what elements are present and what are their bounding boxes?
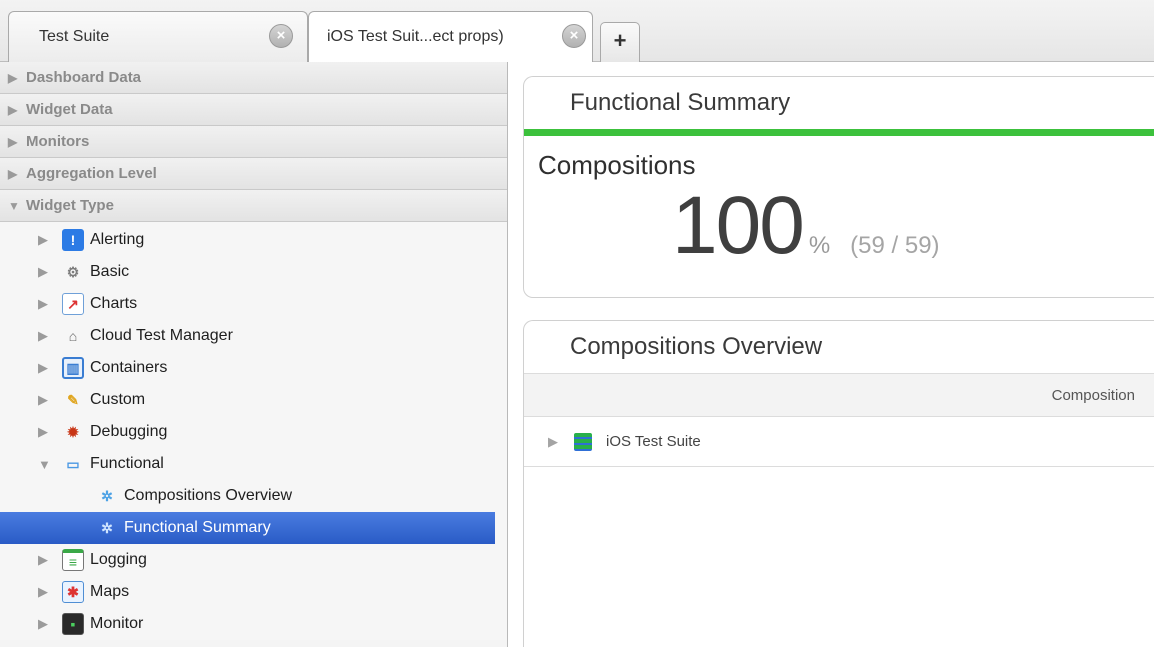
collapse-arrow-icon[interactable]: ▼: [8, 199, 26, 213]
tree-item-cloud-test-manager[interactable]: ▶ ⌂ Cloud Test Manager: [0, 320, 507, 352]
tree-item-functional-summary[interactable]: ✲ Functional Summary: [0, 512, 495, 544]
map-icon: ✱: [62, 581, 84, 603]
tree-item-functional[interactable]: ▼ ▭ Functional: [0, 448, 507, 480]
tree-item-debugging[interactable]: ▶ ✹ Debugging: [0, 416, 507, 448]
tree-item-compositions-overview[interactable]: ✲ Compositions Overview: [0, 480, 507, 512]
tree-item-label: Basic: [90, 263, 130, 280]
column-header-composition[interactable]: Composition: [524, 373, 1154, 417]
collapse-arrow-icon[interactable]: ▼: [38, 457, 62, 472]
add-tab-button[interactable]: +: [600, 22, 640, 62]
tree-item-label: Alerting: [90, 231, 145, 248]
composition-icon: [574, 432, 592, 451]
status-bar: [524, 129, 1154, 136]
dashboard-canvas: Functional Summary Compositions 100 % (5…: [509, 62, 1154, 647]
tab-label: Test Suite: [39, 28, 110, 45]
tree-item-label: Monitor: [90, 615, 144, 632]
expand-arrow-icon[interactable]: ▶: [38, 232, 62, 248]
compositions-label: Compositions: [538, 150, 696, 180]
expand-arrow-icon[interactable]: ▶: [38, 616, 62, 632]
table-row[interactable]: ▶ iOS Test Suite: [524, 417, 1154, 467]
summary-metric: 100 % (59 / 59): [524, 179, 1154, 273]
section-aggregation-level[interactable]: ▶ Aggregation Level: [0, 158, 507, 190]
container-icon: ▥: [62, 357, 84, 379]
logging-icon: ≡: [62, 549, 84, 571]
expand-arrow-icon[interactable]: ▶: [38, 584, 62, 600]
tree-item-label: Maps: [90, 583, 130, 600]
tree-item-label: Charts: [90, 295, 138, 312]
section-label: Aggregation Level: [26, 165, 157, 182]
section-widget-data[interactable]: ▶ Widget Data: [0, 94, 507, 126]
close-tab-icon[interactable]: ×: [269, 24, 293, 48]
expand-arrow-icon[interactable]: ▶: [38, 264, 62, 280]
cloud-manager-icon: ⌂: [68, 328, 78, 344]
pass-percentage: 100: [672, 180, 805, 271]
expand-arrow-icon[interactable]: ▶: [8, 167, 26, 181]
compositions-overview-widget[interactable]: Compositions Overview Composition ▶ iOS …: [523, 320, 1154, 647]
gear-icon: ✲: [101, 519, 113, 536]
expand-arrow-icon[interactable]: ▶: [548, 434, 574, 450]
section-dashboard-data[interactable]: ▶ Dashboard Data: [0, 62, 507, 94]
tree-item-containers[interactable]: ▶ ▥ Containers: [0, 352, 507, 384]
tree-item-charts[interactable]: ▶ ↗ Charts: [0, 288, 507, 320]
functional-summary-widget[interactable]: Functional Summary Compositions 100 % (5…: [523, 76, 1154, 298]
widget-type-tree: ▶ ! Alerting ▶ ⚙ Basic ▶ ↗ Charts ▶ ⌂ Cl…: [0, 222, 507, 640]
expand-arrow-icon[interactable]: ▶: [38, 328, 62, 344]
tree-item-label: Debugging: [90, 423, 168, 440]
section-label: Widget Type: [26, 197, 114, 214]
folder-icon: ▭: [66, 455, 80, 472]
widget-palette-sidebar: ▶ Dashboard Data ▶ Widget Data ▶ Monitor…: [0, 62, 508, 647]
tree-item-label: Containers: [90, 359, 168, 376]
section-label: Dashboard Data: [26, 69, 142, 86]
section-monitors[interactable]: ▶ Monitors: [0, 126, 507, 158]
tree-item-maps[interactable]: ▶ ✱ Maps: [0, 576, 507, 608]
tab-label: iOS Test Suit...ect props): [327, 28, 504, 45]
tree-item-custom[interactable]: ▶ ✎ Custom: [0, 384, 507, 416]
monitor-icon: ▪: [62, 613, 84, 635]
expand-arrow-icon[interactable]: ▶: [8, 71, 26, 85]
close-tab-icon[interactable]: ×: [562, 24, 586, 48]
chart-icon: ↗: [62, 293, 84, 315]
pass-ratio: (59 / 59): [850, 232, 940, 259]
section-widget-type[interactable]: ▼ Widget Type: [0, 190, 507, 222]
widget-title: Compositions Overview: [570, 333, 823, 360]
column-header-label: Composition: [1051, 386, 1135, 404]
expand-arrow-icon[interactable]: ▶: [38, 424, 62, 440]
tree-item-label: Logging: [90, 551, 147, 568]
tab-ios-test-suite[interactable]: iOS Test Suit...ect props) ×: [308, 11, 593, 62]
composition-name: iOS Test Suite: [606, 433, 701, 450]
tree-item-label: Functional: [90, 455, 164, 472]
expand-arrow-icon[interactable]: ▶: [38, 296, 62, 312]
gear-icon: ✲: [101, 487, 113, 504]
section-label: Widget Data: [26, 101, 113, 118]
tree-item-label: Cloud Test Manager: [90, 327, 233, 344]
section-label: Monitors: [26, 133, 90, 150]
widget-title: Functional Summary: [570, 89, 791, 116]
expand-arrow-icon[interactable]: ▶: [38, 552, 62, 568]
expand-arrow-icon[interactable]: ▶: [8, 103, 26, 117]
tab-bar: Test Suite × iOS Test Suit...ect props) …: [0, 0, 1154, 62]
expand-arrow-icon[interactable]: ▶: [8, 135, 26, 149]
alert-icon: !: [62, 229, 84, 251]
tree-item-alerting[interactable]: ▶ ! Alerting: [0, 224, 507, 256]
expand-arrow-icon[interactable]: ▶: [38, 392, 62, 408]
bug-icon: ✹: [67, 423, 79, 440]
wrench-icon: ✎: [67, 391, 79, 408]
tree-item-logging[interactable]: ▶ ≡ Logging: [0, 544, 507, 576]
expand-arrow-icon[interactable]: ▶: [38, 360, 62, 376]
tree-item-label: Functional Summary: [124, 519, 271, 536]
tree-item-monitor[interactable]: ▶ ▪ Monitor: [0, 608, 507, 640]
basic-icon: ⚙: [66, 263, 80, 280]
tree-item-basic[interactable]: ▶ ⚙ Basic: [0, 256, 507, 288]
tree-item-label: Compositions Overview: [124, 487, 293, 504]
percent-sign: %: [808, 232, 831, 259]
tree-item-label: Custom: [90, 391, 146, 408]
tab-test-suite[interactable]: Test Suite ×: [8, 11, 308, 62]
